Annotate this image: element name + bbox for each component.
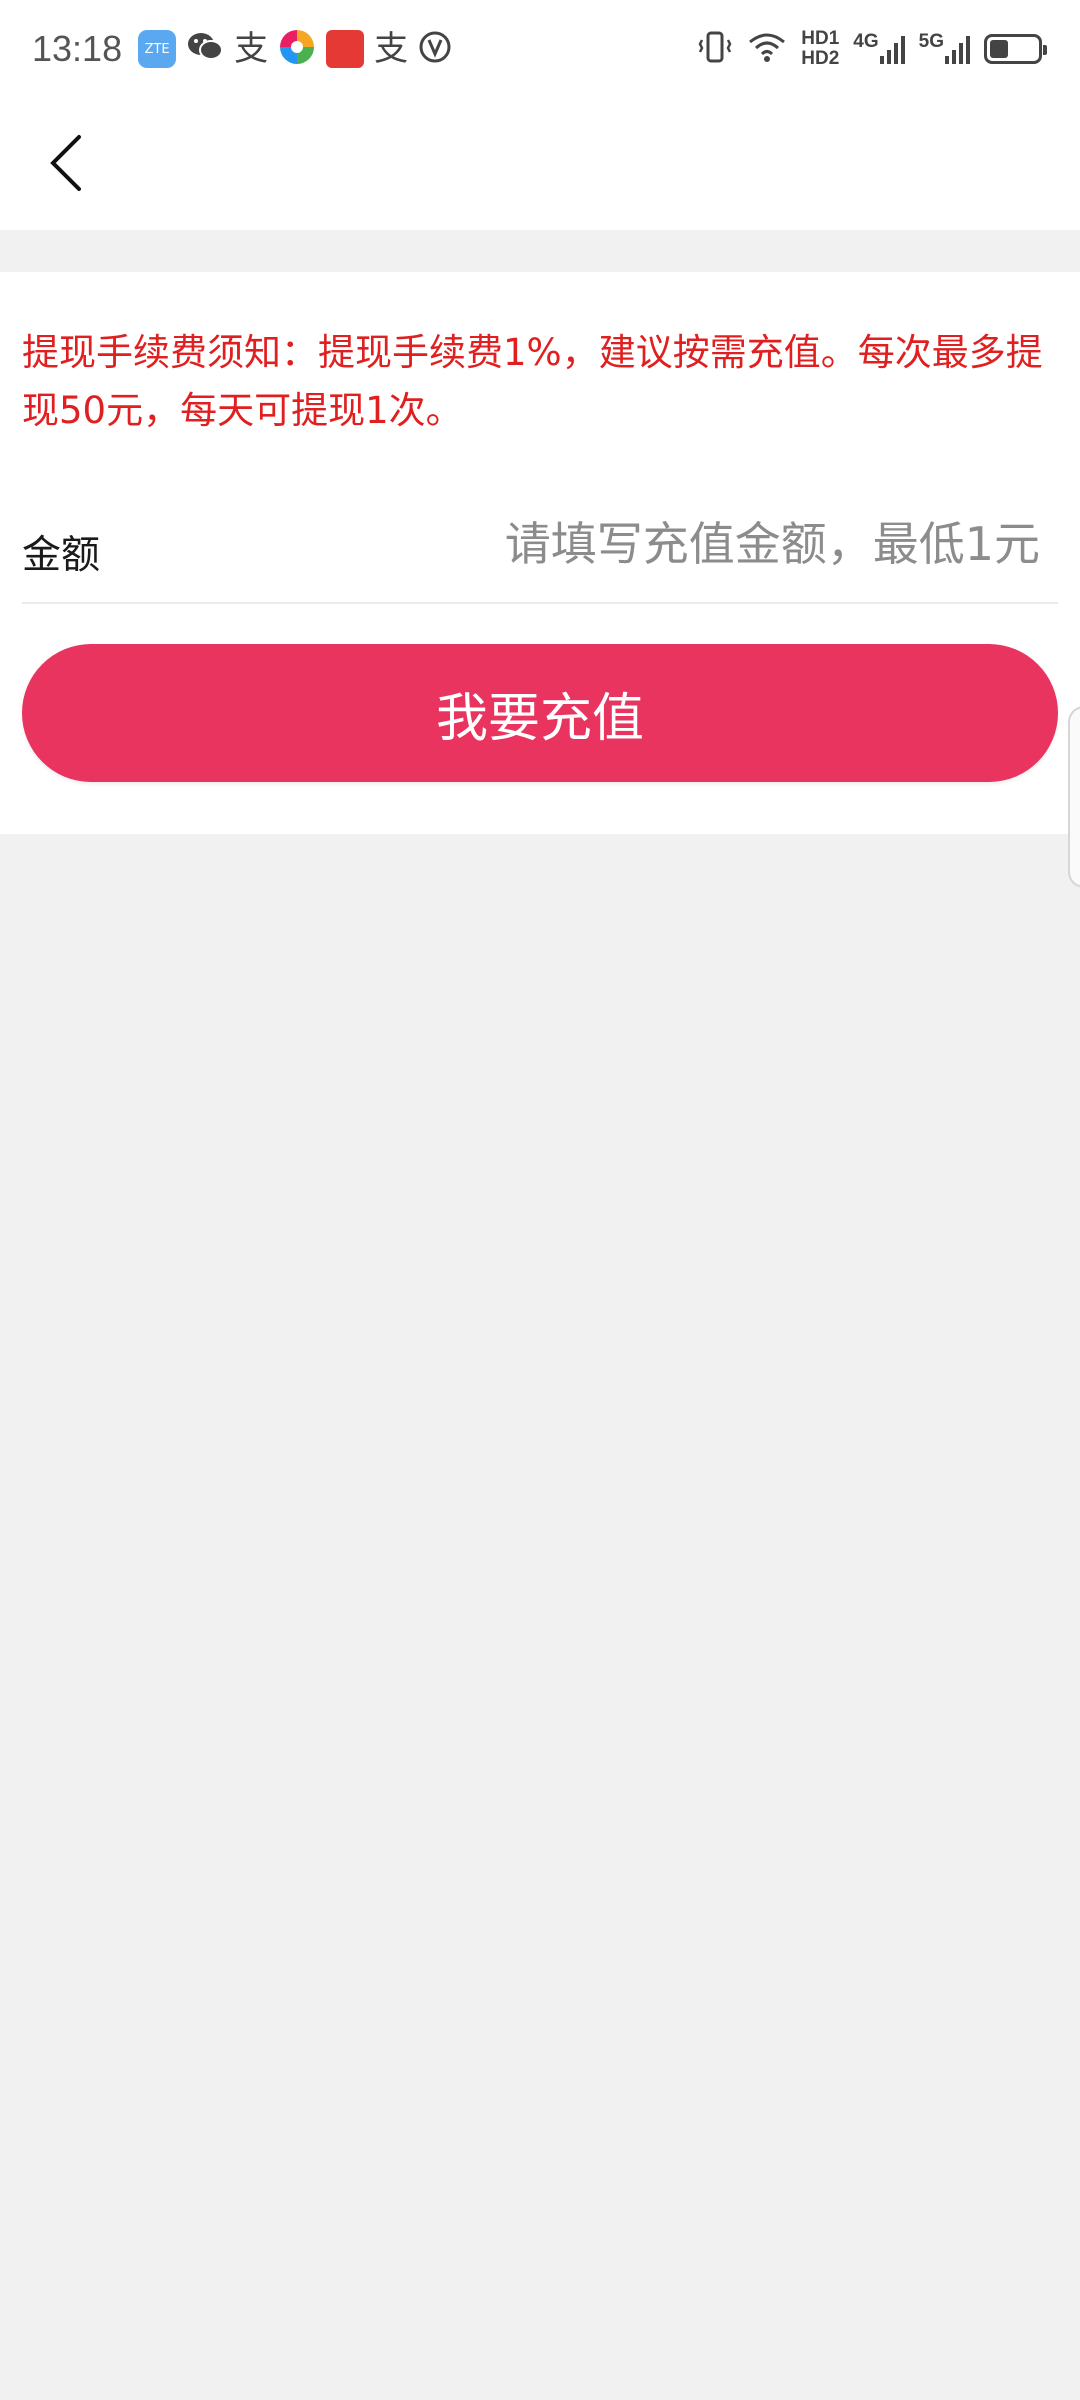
zte-app-icon-label: ZTE: [144, 41, 170, 57]
alipay-icon: 支: [234, 29, 269, 69]
battery-icon: [984, 34, 1047, 64]
status-time: 13:18: [32, 28, 123, 69]
amount-row: 金额: [22, 484, 1058, 604]
recharge-button[interactable]: 我要充值: [22, 644, 1058, 782]
back-button[interactable]: [30, 128, 100, 198]
wechat-icon: [186, 30, 224, 68]
vibrate-icon: [697, 30, 733, 68]
amount-input[interactable]: [360, 508, 1040, 580]
vpn-icon: [418, 30, 452, 68]
zte-app-icon: ZTE: [138, 30, 177, 68]
signal-bars-icon: [945, 36, 970, 64]
hd1-label: HD1: [801, 28, 840, 49]
status-left: 13:18 ZTE 支 支: [32, 28, 452, 70]
fee-notice: 提现手续费须知：提现手续费1%，建议按需充值。每次最多提现50元，每天可提现1次…: [22, 331, 1043, 432]
nav-bar: [0, 98, 1080, 230]
status-bar: 13:18 ZTE 支 支 HD1 HD2 4G 5G: [0, 0, 1080, 98]
alipay-icon: 支: [374, 29, 409, 69]
hd-indicator: HD1 HD2: [801, 29, 839, 69]
status-right: HD1 HD2 4G 5G: [697, 29, 1047, 69]
net-4g-label: 4G: [853, 31, 879, 52]
signal-4g: 4G: [853, 31, 905, 66]
floating-side-handle[interactable]: [1068, 706, 1080, 888]
chevron-left-icon: [50, 135, 81, 191]
net-5g-label: 5G: [918, 31, 944, 52]
signal-bars-icon: [879, 36, 905, 64]
battery-level: [990, 40, 1009, 58]
amount-label: 金额: [22, 533, 101, 578]
colorful-app-icon: [278, 28, 316, 70]
news-app-icon: [326, 30, 365, 68]
wifi-icon: [747, 30, 787, 68]
recharge-card: 提现手续费须知：提现手续费1%，建议按需充值。每次最多提现50元，每天可提现1次…: [0, 272, 1080, 834]
hd2-label: HD2: [801, 48, 840, 69]
signal-5g: 5G: [919, 32, 970, 66]
